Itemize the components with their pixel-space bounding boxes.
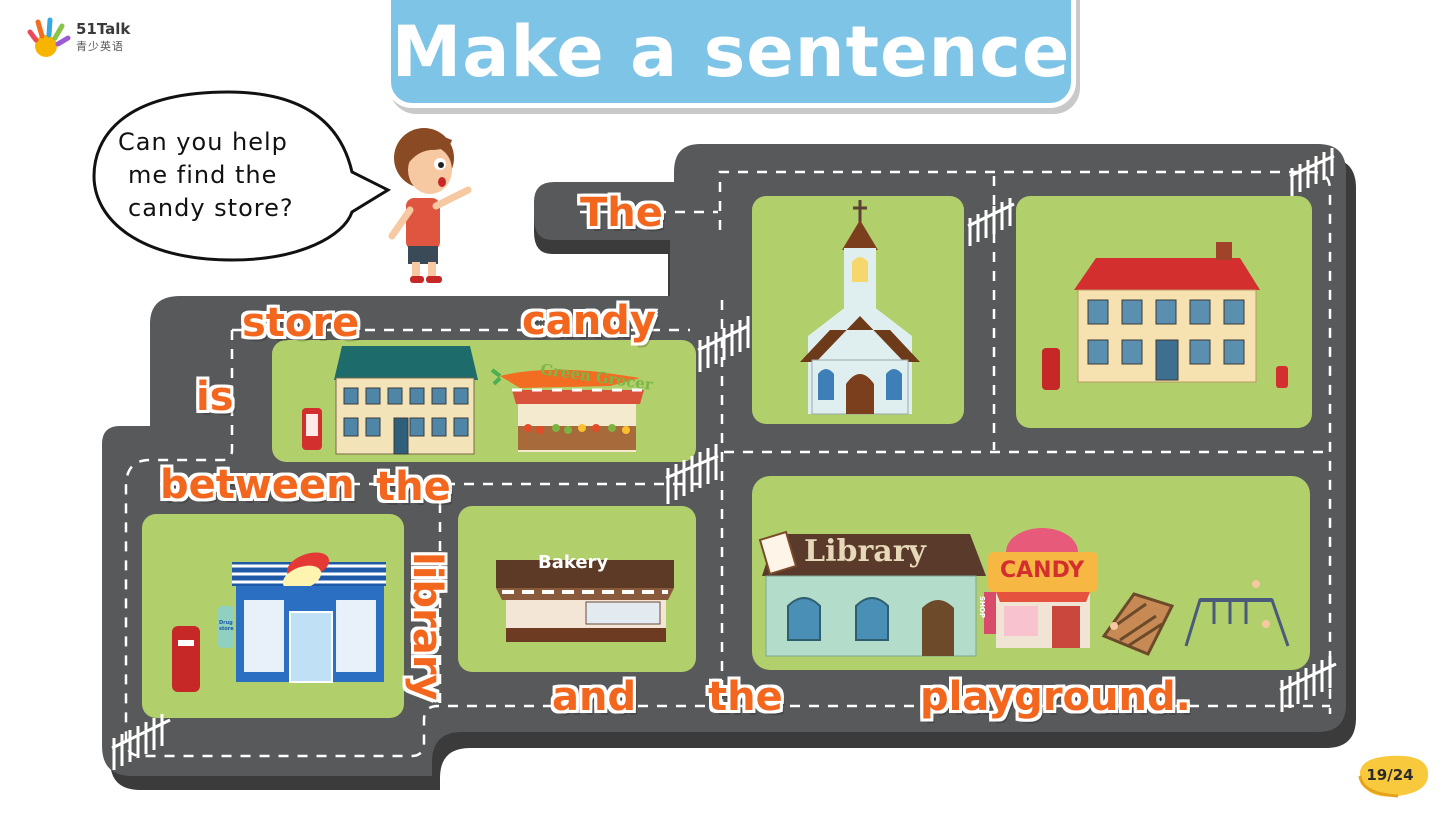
bubble-line-2: me find the [128,161,278,189]
word-the-3[interactable]: the [708,674,783,720]
shop-sign: SHOP [978,596,986,618]
candy-sign: CANDY [1000,558,1085,583]
word-store[interactable]: store [242,300,359,346]
word-library[interactable]: library [404,552,450,701]
boy-character [388,128,472,283]
word-between[interactable]: between [160,462,355,508]
bakery-sign: Bakery [538,552,609,573]
word-playground[interactable]: playground. [920,674,1191,720]
hand-logo-icon [27,17,71,57]
title-banner: Make a sentence [386,0,1076,108]
slide: 51Talk 青少英语 Make a sentence Can you help… [0,0,1447,827]
word-the-2[interactable]: the [376,464,451,510]
bubble-line-3: candy store? [128,194,294,222]
drugstore-sign: Drug store [219,620,234,632]
page-indicator: 19/24 [1366,766,1414,784]
speech-bubble-text: Can you help me find the candy store? [118,126,338,225]
brand-subtitle: 青少英语 [76,40,124,53]
word-and[interactable]: and [552,674,636,720]
brand-name: 51Talk [76,20,131,38]
word-is[interactable]: is [196,374,234,420]
brand-logo: 51Talk 青少英语 [24,16,144,60]
library-sign: Library [804,534,926,569]
word-the-1[interactable]: The [580,190,663,236]
word-candy[interactable]: candy [522,298,656,344]
bubble-line-1: Can you help [118,128,288,156]
page-title: Make a sentence [391,11,1071,93]
